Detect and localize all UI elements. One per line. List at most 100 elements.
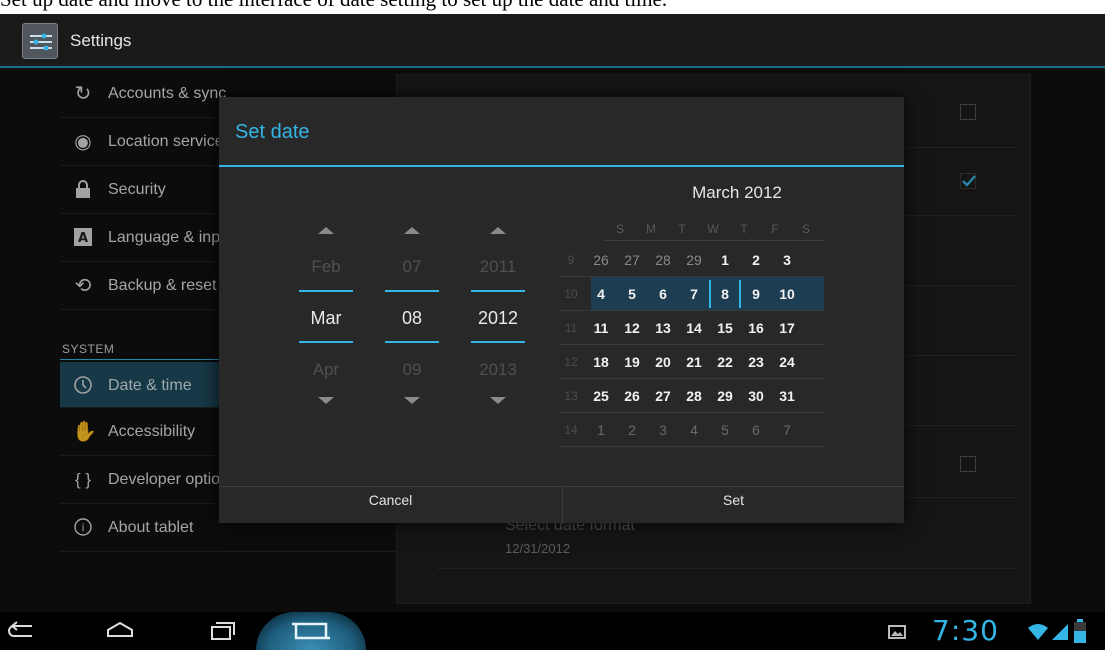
- year-increment-arrow-icon[interactable]: [490, 227, 506, 234]
- calendar-day[interactable]: 5: [620, 286, 644, 302]
- calendar-day-selected[interactable]: 8: [713, 286, 737, 302]
- spinner-selection-line: [471, 290, 525, 292]
- calendar-day[interactable]: 11: [589, 320, 613, 336]
- calendar-day[interactable]: 24: [775, 354, 799, 370]
- wifi-icon: [1026, 622, 1050, 647]
- year-decrement-arrow-icon[interactable]: [490, 397, 506, 404]
- calendar-day[interactable]: 17: [775, 320, 799, 336]
- day-next-value[interactable]: 09: [385, 360, 439, 380]
- month-current-value[interactable]: Mar: [299, 308, 353, 329]
- calendar-week-row: 13 25 26 27 28 29 30 31: [559, 379, 824, 413]
- year-prev-value[interactable]: 2011: [471, 257, 525, 277]
- calendar-day[interactable]: 26: [589, 252, 613, 268]
- selected-day-marker: [739, 280, 741, 308]
- calendar-weekday-header: S M T W T F S: [604, 221, 824, 241]
- image-notification-icon[interactable]: [888, 625, 906, 639]
- calendar-day[interactable]: 2: [620, 422, 644, 438]
- calendar-day[interactable]: 12: [620, 320, 644, 336]
- calendar-day[interactable]: 13: [651, 320, 675, 336]
- calendar-week-row: 10 4 5 6 7 8 9 10: [559, 277, 824, 311]
- calendar-day[interactable]: 7: [682, 286, 706, 302]
- week-number: 13: [564, 389, 578, 403]
- calendar-day[interactable]: 7: [775, 422, 799, 438]
- calendar-day[interactable]: 3: [651, 422, 675, 438]
- set-date-dialog: Set date Feb Mar Apr 07 08 09 2011 2012 …: [219, 97, 904, 524]
- year-spinner[interactable]: 2011 2012 2013: [471, 227, 525, 417]
- dialog-title: Set date: [235, 121, 310, 143]
- week-number: 9: [567, 253, 575, 267]
- calendar-day[interactable]: 27: [620, 252, 644, 268]
- month-decrement-arrow-icon[interactable]: [318, 397, 334, 404]
- set-button[interactable]: Set: [563, 487, 904, 524]
- calendar-day[interactable]: 14: [682, 320, 706, 336]
- calendar-day[interactable]: 28: [651, 252, 675, 268]
- day-current-value[interactable]: 08: [385, 308, 439, 329]
- calendar-day[interactable]: 9: [744, 286, 768, 302]
- selected-day-marker: [709, 280, 711, 308]
- dialog-title-divider: [219, 165, 904, 167]
- action-bar: Settings: [0, 14, 1105, 68]
- calendar-day[interactable]: 1: [589, 422, 613, 438]
- calendar-week-row: 9 26 27 28 29 1 2 3: [559, 243, 824, 277]
- caption-text-strip: Set up date and move to the interface of…: [0, 0, 1105, 14]
- recent-apps-icon[interactable]: [202, 618, 242, 644]
- day-increment-arrow-icon[interactable]: [404, 227, 420, 234]
- calendar-day[interactable]: 5: [713, 422, 737, 438]
- calendar-day[interactable]: 21: [682, 354, 706, 370]
- signal-icon: [1050, 622, 1070, 647]
- weekday-label: T: [740, 222, 748, 236]
- calendar-day[interactable]: 2: [744, 252, 768, 268]
- calendar-day[interactable]: 30: [744, 388, 768, 404]
- calendar-day[interactable]: 16: [744, 320, 768, 336]
- calendar-day[interactable]: 25: [589, 388, 613, 404]
- calendar-week-row: 14 1 2 3 4 5 6 7: [559, 413, 824, 447]
- status-clock[interactable]: 7:30: [932, 614, 999, 647]
- calendar-day[interactable]: 19: [620, 354, 644, 370]
- weekday-label: W: [707, 222, 719, 236]
- month-next-value[interactable]: Apr: [299, 360, 353, 380]
- calendar-day[interactable]: 15: [713, 320, 737, 336]
- year-next-value[interactable]: 2013: [471, 360, 525, 380]
- month-prev-value[interactable]: Feb: [299, 257, 353, 277]
- weekday-label: S: [801, 222, 810, 236]
- calendar-day[interactable]: 18: [589, 354, 613, 370]
- calendar-day[interactable]: 29: [682, 252, 706, 268]
- calendar-day[interactable]: 20: [651, 354, 675, 370]
- calendar-day[interactable]: 22: [713, 354, 737, 370]
- back-icon[interactable]: [2, 618, 42, 644]
- calendar-day[interactable]: 23: [744, 354, 768, 370]
- day-spinner[interactable]: 07 08 09: [385, 227, 439, 417]
- settings-sliders-icon[interactable]: [22, 23, 58, 59]
- cancel-button[interactable]: Cancel: [219, 487, 562, 524]
- calendar-day[interactable]: 3: [775, 252, 799, 268]
- day-prev-value[interactable]: 07: [385, 257, 439, 277]
- calendar-day[interactable]: 6: [744, 422, 768, 438]
- battery-icon: [1073, 619, 1087, 648]
- year-current-value[interactable]: 2012: [471, 308, 525, 329]
- calendar-week-row: 11 11 12 13 14 15 16 17: [559, 311, 824, 345]
- calendar-day[interactable]: 6: [651, 286, 675, 302]
- week-number: 14: [564, 423, 578, 437]
- calendar-day[interactable]: 31: [775, 388, 799, 404]
- weekday-label: F: [771, 222, 779, 236]
- week-number: 12: [564, 355, 578, 369]
- week-number: 10: [564, 287, 578, 301]
- calendar-day[interactable]: 28: [682, 388, 706, 404]
- spinner-selection-line: [385, 341, 439, 343]
- calendar-day[interactable]: 26: [620, 388, 644, 404]
- calendar-day[interactable]: 4: [589, 286, 613, 302]
- calendar-day[interactable]: 4: [682, 422, 706, 438]
- spinner-selection-line: [385, 290, 439, 292]
- month-increment-arrow-icon[interactable]: [318, 227, 334, 234]
- day-decrement-arrow-icon[interactable]: [404, 397, 420, 404]
- app-title: Settings: [70, 31, 132, 50]
- calendar-day[interactable]: 27: [651, 388, 675, 404]
- home-icon[interactable]: [100, 618, 140, 644]
- weekday-label: T: [678, 222, 686, 236]
- month-spinner[interactable]: Feb Mar Apr: [299, 227, 353, 417]
- calendar-day[interactable]: 29: [713, 388, 737, 404]
- calendar-day[interactable]: 10: [775, 286, 799, 302]
- calendar-day[interactable]: 1: [713, 252, 737, 268]
- screenshot-button[interactable]: [256, 612, 366, 650]
- calendar-month-title: March 2012: [692, 183, 782, 202]
